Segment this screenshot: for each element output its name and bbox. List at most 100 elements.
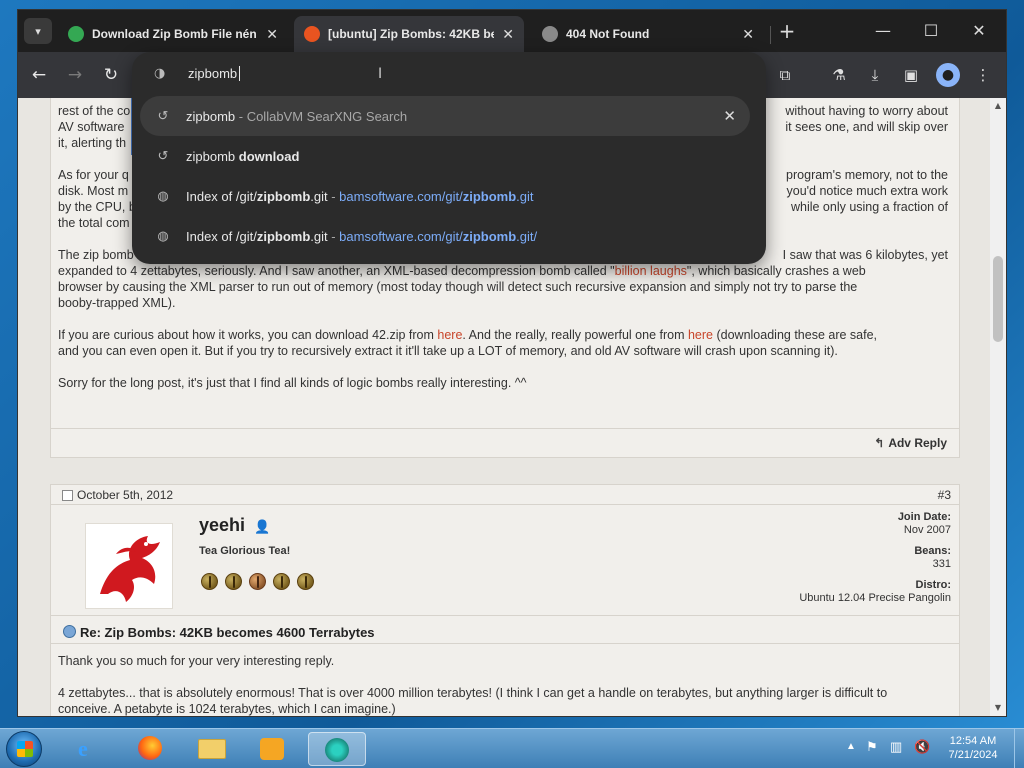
flask-icon: ⚗	[832, 66, 846, 84]
billion-laughs-link[interactable]: billion laughs	[615, 264, 687, 278]
here-link-powerful[interactable]: here	[688, 328, 713, 342]
reload-button[interactable]: ↻	[100, 64, 122, 86]
post-text-line: and you can even open it. But if you try…	[58, 344, 838, 358]
media-player-icon	[260, 738, 284, 760]
side-panel-button[interactable]: ▣	[898, 62, 924, 88]
side-panel-icon: ▣	[903, 66, 919, 84]
taskbar-ie[interactable]: e	[70, 732, 110, 766]
post-body-line: conceive. A petabyte is 1024 terabytes, …	[58, 702, 396, 716]
puzzle-icon: ⧉	[779, 66, 791, 84]
checkmark-favicon-icon	[68, 26, 84, 42]
start-button[interactable]	[6, 731, 42, 767]
join-date-value: Nov 2007	[903, 524, 951, 536]
post-text-line: booby-trapped XML).	[58, 296, 176, 310]
kebab-menu-icon: ⋮	[975, 66, 991, 84]
beans-label: Beans:	[914, 545, 951, 557]
new-tab-button[interactable]: +	[776, 20, 798, 42]
suggestion-bamsoftware-git[interactable]: ◍ Index of /git/zipbomb.git - bamsoftwar…	[140, 176, 750, 216]
history-icon: ↺	[157, 108, 169, 123]
tab-ubuntu-zip-bombs[interactable]: [ubuntu] Zip Bombs: 42KB bec ✕	[294, 16, 524, 52]
extensions-button[interactable]: ⧉	[772, 62, 798, 88]
close-tab-icon[interactable]: ✕	[742, 26, 754, 43]
minimize-button[interactable]: —	[868, 18, 898, 44]
internet-explorer-icon: e	[78, 736, 88, 761]
volume-muted-icon[interactable]: 🔇	[914, 739, 930, 755]
labs-button[interactable]: ⚗	[826, 62, 852, 88]
clock-date: 7/21/2024	[948, 749, 998, 761]
globe-icon: ◍	[157, 188, 169, 203]
clock-time: 12:54 AM	[949, 735, 997, 747]
taskbar: e ▲ ⚑ ▥ 🔇 12:54 AM 7/21/2024	[0, 728, 1024, 768]
taskbar-explorer[interactable]	[192, 732, 232, 766]
back-button[interactable]: ←	[28, 64, 50, 86]
suggestion-collabvm-search[interactable]: ↺ zipbomb - CollabVM SearXNG Search ✕	[140, 96, 750, 136]
tab-title: [ubuntu] Zip Bombs: 42KB bec	[328, 27, 495, 41]
clock[interactable]: 12:54 AM 7/21/2024	[938, 734, 1008, 762]
post-text-line: If you are curious about how it works, y…	[58, 328, 878, 342]
here-link-42zip[interactable]: here	[437, 328, 462, 342]
tab-search-button[interactable]: ▾	[24, 18, 52, 44]
post-text-line: expanded to 4 zettabytes, seriously. And…	[58, 264, 866, 278]
maximize-icon: ☐	[923, 21, 939, 40]
downloads-button[interactable]: ⤓	[862, 62, 888, 88]
menu-button[interactable]: ⋮	[970, 62, 996, 88]
post-date: October 5th, 2012	[77, 488, 174, 502]
post-footer: ↰ Adv Reply	[51, 428, 959, 458]
tab-separator	[770, 26, 771, 44]
tab-404-not-found[interactable]: 404 Not Found ✕	[532, 16, 764, 52]
network-icon[interactable]: ▥	[890, 739, 902, 755]
scroll-thumb[interactable]	[993, 256, 1003, 342]
post-number-link[interactable]: #3	[938, 488, 951, 502]
firefox-icon	[138, 736, 162, 760]
profile-avatar[interactable]: ●	[936, 63, 960, 87]
post-body-line: 4 zettabytes... that is absolutely enorm…	[58, 686, 888, 700]
taskbar-firefox[interactable]	[130, 732, 170, 766]
tray-expand-icon[interactable]: ▲	[846, 741, 856, 752]
download-icon: ⤓	[871, 66, 879, 84]
taskbar-media-player[interactable]	[252, 732, 292, 766]
select-post-checkbox[interactable]	[62, 490, 73, 501]
tab-download-zip-bomb[interactable]: Download Zip Bomb File nén 4 ✕	[58, 16, 288, 52]
bean-icon	[201, 573, 218, 590]
history-icon: ↺	[157, 148, 169, 163]
page-scrollbar[interactable]: ▲ ▼	[990, 98, 1006, 716]
suggestion-bamsoftware-git-slash[interactable]: ◍ Index of /git/zipbomb.git - bamsoftwar…	[140, 216, 750, 256]
arrow-left-icon: ←	[31, 65, 47, 85]
adv-reply-button[interactable]: ↰ Adv Reply	[874, 436, 947, 450]
close-tab-icon[interactable]: ✕	[266, 26, 278, 43]
post-text-line: Sorry for the long post, it's just that …	[58, 376, 527, 390]
search-engine-icon: ◑	[154, 66, 166, 81]
omnibox-dropdown: ◑ zipbomb I ↺ zipbomb - CollabVM SearXNG…	[132, 52, 766, 264]
user-avatar[interactable]	[85, 523, 173, 609]
ubuntu-favicon-icon	[304, 26, 320, 42]
distro-label: Distro:	[915, 579, 951, 591]
scroll-down-arrow-icon[interactable]: ▼	[990, 700, 1006, 716]
post-header: October 5th, 2012 #3	[51, 485, 959, 505]
username-link[interactable]: yeehi 👤	[199, 515, 270, 536]
post-text-line: browser by causing the XML parser to run…	[58, 280, 858, 294]
bean-icon	[225, 573, 242, 590]
divider	[51, 615, 959, 616]
bean-icon	[249, 573, 266, 590]
close-window-button[interactable]: ✕	[964, 18, 994, 44]
show-desktop-button[interactable]	[1014, 729, 1024, 768]
distro-value: Ubuntu 12.04 Precise Pangolin	[799, 592, 951, 604]
taskbar-chrome-browser[interactable]	[308, 732, 366, 766]
post-icon	[63, 625, 76, 638]
forward-button[interactable]: →	[64, 64, 86, 86]
tab-title: 404 Not Found	[566, 27, 650, 41]
user-title: Tea Glorious Tea!	[199, 545, 291, 557]
tab-strip: ▾ Download Zip Bomb File nén 4 ✕ [ubuntu…	[18, 10, 1006, 52]
remove-suggestion-icon[interactable]: ✕	[723, 107, 736, 125]
suggestion-zipbomb-download[interactable]: ↺ zipbomb download	[140, 136, 750, 176]
maximize-button[interactable]: ☐	[916, 18, 946, 44]
folder-icon	[198, 739, 226, 759]
windows-logo-icon	[17, 741, 33, 757]
scroll-up-arrow-icon[interactable]: ▲	[990, 98, 1006, 114]
omnibox-input-row[interactable]: ◑ zipbomb I	[132, 52, 766, 98]
omnibox-input[interactable]: zipbomb	[188, 66, 241, 81]
close-tab-icon[interactable]: ✕	[502, 26, 514, 43]
person-icon: ●	[941, 67, 955, 83]
action-center-flag-icon[interactable]: ⚑	[866, 739, 878, 755]
bean-icon	[273, 573, 290, 590]
